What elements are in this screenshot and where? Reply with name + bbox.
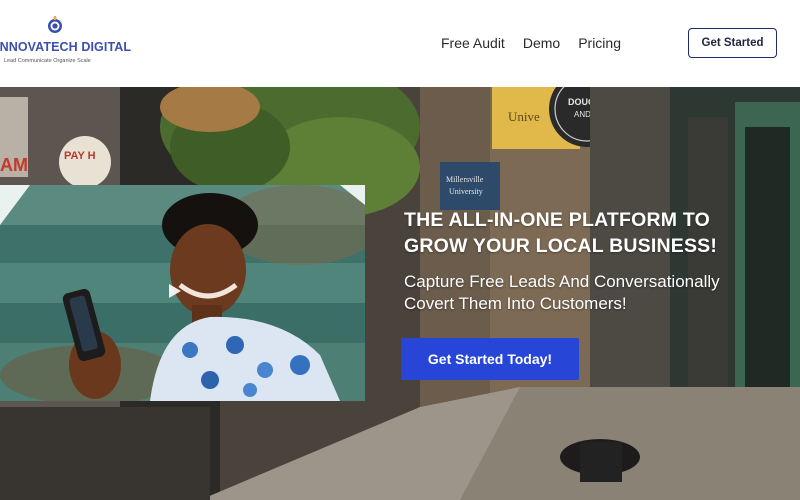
hero-section: AM PAY H Unive Millersville University D… (0, 87, 800, 500)
svg-text:University: University (449, 187, 483, 196)
get-started-today-button[interactable]: Get Started Today! (401, 338, 579, 380)
svg-text:Millersville: Millersville (446, 175, 484, 184)
brand-tagline: Lead Communicate Organize Scale (4, 58, 91, 64)
svg-text:PAY H: PAY H (64, 150, 96, 162)
play-icon[interactable] (168, 283, 182, 299)
main-nav: Free Audit Demo Pricing (441, 35, 621, 51)
brand-name: INNOVATECH DIGITAL (0, 40, 132, 54)
svg-text:AM: AM (0, 155, 28, 175)
nav-link-free-audit[interactable]: Free Audit (441, 35, 505, 51)
hero-headline-line-1: THE ALL-IN-ONE PLATFORM TO (404, 209, 710, 231)
hero-headline-line-2: GROW YOUR LOCAL BUSINESS! (404, 235, 718, 257)
hero-video-thumbnail[interactable] (0, 185, 365, 401)
hero-headline: THE ALL-IN-ONE PLATFORM TO GROW YOUR LOC… (404, 207, 784, 259)
brand-globe-icon (48, 16, 62, 33)
brand-logo[interactable]: INNOVATECH DIGITAL Lead Communicate Orga… (0, 14, 131, 70)
nav-link-demo[interactable]: Demo (523, 35, 560, 51)
svg-text:Unive: Unive (508, 109, 540, 124)
site-header: INNOVATECH DIGITAL Lead Communicate Orga… (0, 0, 800, 87)
get-started-button[interactable]: Get Started (688, 28, 777, 58)
nav-link-pricing[interactable]: Pricing (578, 35, 621, 51)
hero-subheadline: Capture Free Leads And Conversationally … (404, 272, 720, 313)
video-thumbnail-image (0, 185, 365, 401)
hero-text-block: THE ALL-IN-ONE PLATFORM TO GROW YOUR LOC… (404, 207, 784, 315)
